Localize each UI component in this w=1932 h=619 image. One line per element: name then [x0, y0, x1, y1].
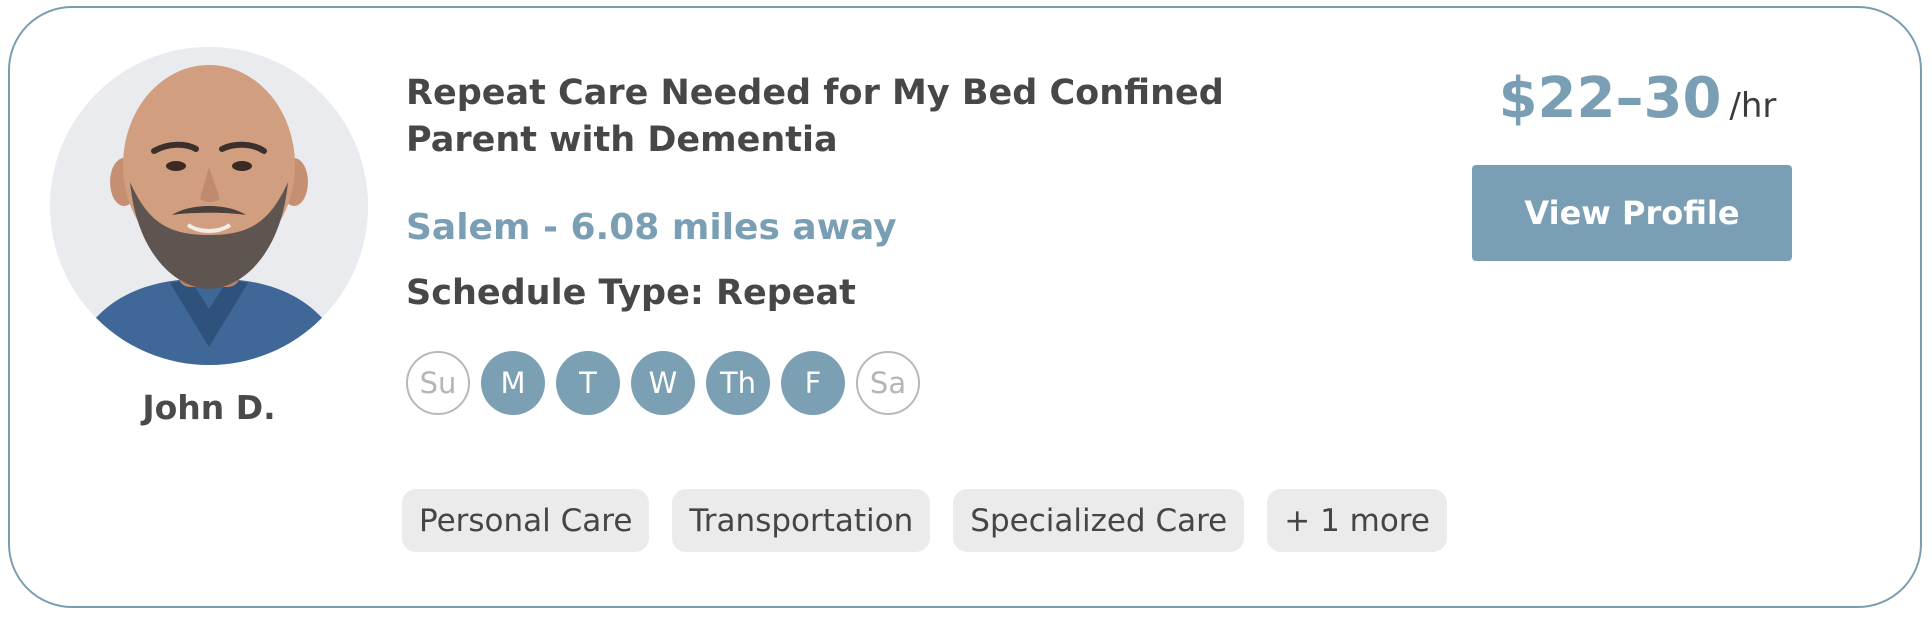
tag-personal-care: Personal Care: [402, 489, 650, 552]
day-thursday: Th: [706, 351, 770, 415]
price-value: $22–30: [1498, 66, 1722, 131]
care-tags: Personal Care Transportation Specialized…: [402, 489, 1447, 552]
avatar: [50, 47, 368, 365]
price-unit: /hr: [1729, 86, 1777, 126]
job-title: Repeat Care Needed for My Bed Confined P…: [406, 73, 1224, 160]
schedule-days: Su M T W Th F Sa: [406, 351, 920, 415]
tag-specialized-care: Specialized Care: [953, 489, 1245, 552]
day-saturday: Sa: [856, 351, 920, 415]
day-monday: M: [481, 351, 545, 415]
schedule-type: Schedule Type: Repeat: [406, 273, 856, 313]
day-wednesday: W: [631, 351, 695, 415]
day-sunday: Su: [406, 351, 470, 415]
day-tuesday: T: [556, 351, 620, 415]
person-photo-icon: [50, 47, 368, 365]
tag-transportation: Transportation: [672, 489, 931, 552]
tag-more[interactable]: + 1 more: [1267, 489, 1447, 552]
location-distance: Salem - 6.08 miles away: [406, 207, 897, 248]
hourly-rate: $22–30/hr: [1430, 66, 1845, 131]
view-profile-button[interactable]: View Profile: [1472, 165, 1792, 261]
day-friday: F: [781, 351, 845, 415]
job-card: John D. Repeat Care Needed for My Bed Co…: [8, 6, 1922, 608]
caregiver-name: John D.: [142, 388, 276, 427]
